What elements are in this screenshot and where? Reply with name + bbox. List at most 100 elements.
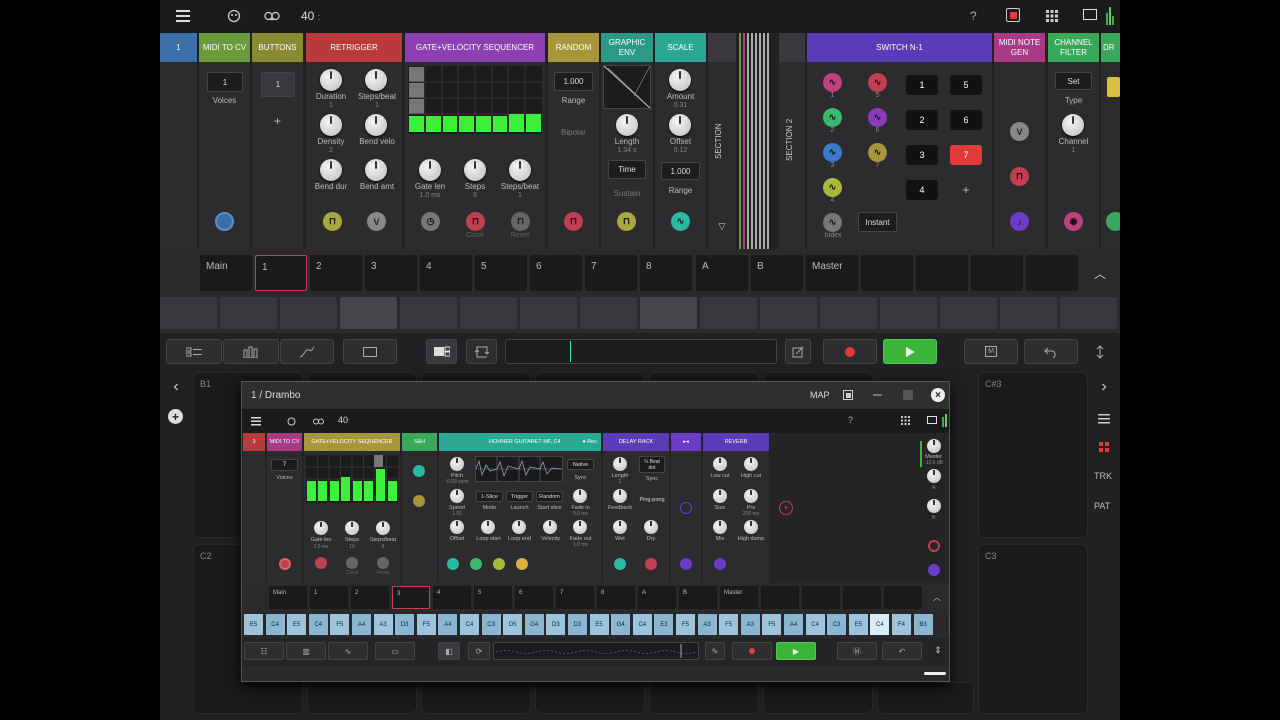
- switch-button-7[interactable]: 7: [950, 145, 982, 165]
- popup-tab-8[interactable]: 8: [597, 586, 635, 609]
- split-add-icon[interactable]: [680, 502, 692, 514]
- popup-close-icon[interactable]: ×: [931, 388, 945, 402]
- popup-expand-icon[interactable]: ⇕: [932, 643, 944, 657]
- input-6-port-icon[interactable]: ∿: [868, 108, 887, 127]
- bg-pad[interactable]: [877, 682, 974, 714]
- pad[interactable]: [460, 297, 517, 329]
- pad[interactable]: [340, 297, 397, 329]
- popup-window-toggle-icon[interactable]: [927, 416, 937, 424]
- module-dr[interactable]: DR: [1101, 33, 1120, 249]
- bipolar-toggle[interactable]: Bipolar: [548, 128, 599, 137]
- bend-amt-knob[interactable]: [365, 159, 387, 181]
- input-3-port-icon[interactable]: ∿: [823, 143, 842, 162]
- feedback-knob[interactable]: [613, 489, 627, 503]
- switch-add-button[interactable]: +: [950, 183, 982, 197]
- key-pad[interactable]: C4: [870, 614, 890, 635]
- key-pad[interactable]: F5: [416, 614, 436, 635]
- envelope-display[interactable]: [603, 65, 651, 109]
- popup-sh-in-port-icon[interactable]: [413, 465, 425, 477]
- dr-port-icon[interactable]: [1106, 212, 1120, 231]
- pad[interactable]: [1060, 297, 1117, 329]
- automation-view-button[interactable]: [280, 339, 334, 364]
- pad[interactable]: [940, 297, 997, 329]
- popup-clock-port-icon[interactable]: [346, 557, 358, 569]
- chevron-left-icon[interactable]: ‹: [168, 378, 184, 396]
- popup-window-icon[interactable]: [843, 390, 853, 400]
- speed-knob[interactable]: [450, 489, 464, 503]
- module-midi-note-gen[interactable]: MIDI NOTE GEN V ⊓ ♪: [994, 33, 1045, 249]
- module-switch-n-1[interactable]: SWITCH N-1 ∿ 1 ∿ 5 ∿ 2 ∿ 6 ∿ 3 ∿ 7 ∿ 4 ∿…: [807, 33, 992, 249]
- mix-knob[interactable]: [713, 520, 727, 534]
- popup-steps-beat-knob[interactable]: [376, 521, 390, 535]
- set-button[interactable]: Set: [1055, 72, 1092, 90]
- tab-6[interactable]: 6: [530, 255, 582, 291]
- record-button[interactable]: [823, 339, 877, 364]
- pad[interactable]: [220, 297, 277, 329]
- fade-in-knob[interactable]: [573, 489, 587, 503]
- popup-midi-button[interactable]: Ⓜ: [837, 642, 877, 660]
- key-pad[interactable]: E5: [589, 614, 609, 635]
- pad[interactable]: [1000, 297, 1057, 329]
- popup-loop-toggle-button[interactable]: ⟳: [468, 642, 490, 660]
- note-gen-v-port-icon[interactable]: V: [1010, 122, 1029, 141]
- mode-field[interactable]: 1-Slice: [476, 491, 503, 502]
- pad[interactable]: [640, 297, 697, 329]
- tab-2[interactable]: 2: [310, 255, 362, 291]
- popup-module-sampler[interactable]: HOHNER GUITARET MF, C4 ● Rec Pitch -0.99…: [439, 433, 601, 583]
- module-channel-filter[interactable]: CHANNEL FILTER Set Type Channel 1 ◉: [1048, 33, 1099, 249]
- module-section-2[interactable]: SECTION 2: [779, 33, 805, 249]
- module-gate-velocity-sequencer[interactable]: GATE+VELOCITY SEQUENCER Gate len 1.0 ms …: [405, 33, 545, 249]
- popup-gate-len-knob[interactable]: [314, 521, 328, 535]
- index-port-icon[interactable]: ∿: [823, 213, 842, 232]
- menu-icon[interactable]: [174, 7, 192, 25]
- popup-resize-handle[interactable]: [924, 672, 946, 675]
- pat-button[interactable]: PAT: [1094, 501, 1110, 511]
- map-button[interactable]: MAP: [810, 390, 830, 400]
- bg-pad[interactable]: [307, 682, 417, 714]
- popup-loop-icon[interactable]: [311, 415, 325, 427]
- steps-knob[interactable]: [464, 159, 486, 181]
- clock-input-icon[interactable]: ◷: [421, 212, 440, 231]
- popup-clip-view-button[interactable]: ◧: [438, 642, 460, 660]
- density-knob[interactable]: [320, 114, 342, 136]
- loop-icon[interactable]: [262, 7, 282, 25]
- key-pad[interactable]: G4: [611, 614, 631, 635]
- gvs-steps-beat-knob[interactable]: [509, 159, 531, 181]
- switch-button-1[interactable]: 1: [906, 75, 938, 95]
- key-pad[interactable]: F5: [330, 614, 350, 635]
- popup-tab-master[interactable]: Master: [720, 586, 758, 609]
- bend-velo-knob[interactable]: [365, 114, 387, 136]
- record-stop-icon[interactable]: [1006, 8, 1020, 22]
- dr-pause-icon[interactable]: [1107, 77, 1120, 97]
- velocity-knob[interactable]: [543, 520, 557, 534]
- module-section[interactable]: SECTION ▽: [708, 33, 736, 249]
- bg-pad[interactable]: [421, 682, 531, 714]
- timeline-overview[interactable]: [505, 339, 777, 364]
- switch-button-2[interactable]: 2: [906, 110, 938, 130]
- native-button[interactable]: Native: [567, 459, 594, 470]
- buttons-add-button[interactable]: +: [252, 114, 303, 128]
- tab-3[interactable]: 3: [365, 255, 417, 291]
- fade-out-knob[interactable]: [573, 520, 587, 534]
- sampler-port-2-icon[interactable]: [470, 558, 482, 570]
- sampler-rec-button[interactable]: ● Rec: [582, 439, 597, 445]
- sustain-toggle[interactable]: Sustain: [601, 189, 653, 198]
- high-damp-knob[interactable]: [744, 520, 758, 534]
- amount-knob[interactable]: [669, 69, 691, 91]
- input-1-port-icon[interactable]: ∿: [823, 73, 842, 92]
- key-pad[interactable]: D3: [395, 614, 415, 635]
- loop-toggle-button[interactable]: [466, 339, 497, 364]
- low-cut-knob[interactable]: [713, 457, 727, 471]
- delay-port-1-icon[interactable]: [614, 558, 626, 570]
- expand-vertical-icon[interactable]: [1092, 343, 1108, 361]
- popup-tab-empty[interactable]: [802, 586, 840, 609]
- popup-module-gvs[interactable]: GATE+VELOCITY SEQUENCER Gate len 1.0 ms …: [304, 433, 400, 583]
- pad[interactable]: [760, 297, 817, 329]
- waveform-display[interactable]: [475, 456, 563, 482]
- key-pad[interactable]: C4: [805, 614, 825, 635]
- scale-out-port-icon[interactable]: ∿: [671, 212, 690, 231]
- pre-knob[interactable]: [744, 489, 758, 503]
- master-volume-knob[interactable]: [927, 439, 941, 453]
- send-b-knob[interactable]: [927, 499, 941, 513]
- wet-knob[interactable]: [613, 520, 627, 534]
